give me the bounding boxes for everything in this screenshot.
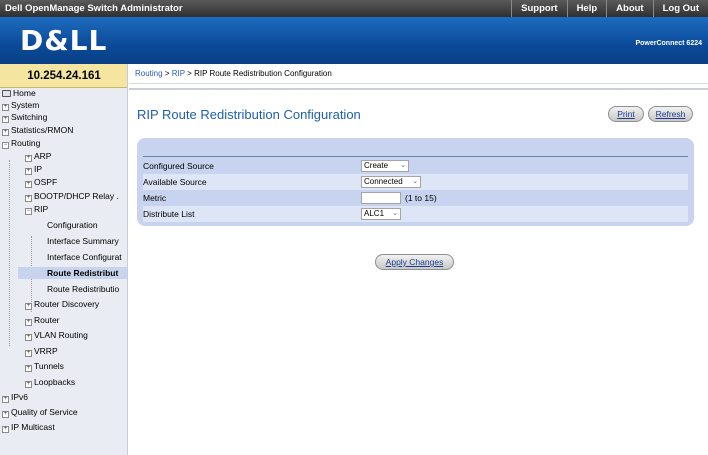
chevron-down-icon: ⌄	[412, 178, 418, 185]
home-icon	[2, 90, 11, 97]
top-links: Support Help About Log Out	[511, 0, 708, 17]
top-bar: Dell OpenManage Switch Administrator Sup…	[0, 0, 708, 17]
distribute-list-label: Distribute List	[143, 209, 195, 219]
nav-quality-of-service[interactable]: + Quality of Service	[2, 406, 78, 418]
chevron-down-icon: ⌄	[400, 162, 406, 169]
collapse-icon[interactable]: −	[25, 208, 32, 215]
breadcrumb-separator: >	[164, 69, 170, 78]
nav-ip-multicast[interactable]: + IP Multicast	[2, 421, 55, 433]
dell-logo: D&LL	[20, 24, 108, 57]
refresh-button[interactable]: Refresh	[648, 106, 693, 122]
nav-router-discovery[interactable]: + Router Discovery	[25, 298, 99, 310]
about-link[interactable]: About	[606, 0, 652, 17]
nav-vrrp[interactable]: + VRRP	[25, 345, 58, 357]
nav-route-redistribution-config[interactable]: Route Redistribut	[18, 267, 127, 279]
model-name: PowerConnect 6224	[635, 40, 702, 47]
available-source-select[interactable]: Connected ⌄	[361, 176, 421, 188]
nav-tunnels[interactable]: + Tunnels	[25, 360, 64, 372]
nav-rip[interactable]: − RIP	[25, 203, 48, 215]
breadcrumb-current: RIP Route Redistribution Configuration	[194, 69, 332, 78]
available-source-row: Available Source Connected ⌄	[143, 174, 688, 190]
expand-icon[interactable]: +	[2, 104, 9, 111]
apply-changes-button[interactable]: Apply Changes	[375, 254, 454, 270]
device-ip-address: 10.254.24.161	[0, 64, 127, 88]
nav-ospf[interactable]: + OSPF	[25, 176, 57, 188]
nav-routing[interactable]: − Routing	[2, 137, 40, 149]
configured-source-select[interactable]: Create ⌄	[361, 160, 409, 172]
app-title: Dell OpenManage Switch Administrator	[5, 3, 183, 14]
nav-route-redistribution-summary[interactable]: Route Redistributio	[47, 283, 119, 295]
nav-arp[interactable]: + ARP	[25, 150, 51, 162]
nav-rip-interface-configuration[interactable]: Interface Configurat	[47, 251, 122, 263]
expand-icon[interactable]: +	[25, 181, 32, 188]
configured-source-label: Configured Source	[143, 161, 214, 171]
expand-icon[interactable]: +	[25, 168, 32, 175]
nav-router[interactable]: + Router	[25, 314, 60, 326]
help-link[interactable]: Help	[566, 0, 607, 17]
expand-icon[interactable]: +	[2, 411, 9, 418]
available-source-label: Available Source	[143, 177, 207, 187]
print-button[interactable]: Print	[608, 106, 644, 122]
expand-icon[interactable]: +	[25, 381, 32, 388]
navigation-tree: 10.254.24.161 Home + System + Switching + S…	[0, 64, 128, 455]
breadcrumb-rip[interactable]: RIP	[172, 69, 185, 78]
chevron-down-icon: ⌄	[392, 210, 398, 217]
expand-icon[interactable]: +	[25, 350, 32, 357]
panel-divider	[143, 156, 688, 157]
metric-row: Metric (1 to 15)	[143, 190, 688, 206]
metric-input[interactable]	[361, 192, 401, 204]
configuration-panel: Configured Source Create ⌄ Available Sou…	[137, 138, 694, 226]
nav-bootp-dhcp-relay[interactable]: + BOOTP/DHCP Relay .	[25, 190, 119, 202]
nav-ipv6[interactable]: + IPv6	[2, 391, 28, 403]
breadcrumb: Routing > RIP > RIP Route Redistribution…	[129, 64, 708, 84]
expand-icon[interactable]: +	[2, 396, 9, 403]
brand-bar: D&LL PowerConnect 6224	[0, 17, 708, 64]
breadcrumb-routing[interactable]: Routing	[135, 69, 163, 78]
breadcrumb-separator: >	[187, 69, 192, 78]
expand-icon[interactable]: +	[25, 155, 32, 162]
metric-label: Metric	[143, 193, 167, 203]
expand-icon[interactable]: +	[25, 195, 32, 202]
nav-ip[interactable]: + IP	[25, 163, 42, 175]
expand-icon[interactable]: +	[25, 334, 32, 341]
nav-statistics-rmon[interactable]: + Statistics/RMON	[2, 124, 73, 136]
expand-icon[interactable]: +	[25, 319, 32, 326]
nav-home[interactable]: Home	[2, 87, 36, 99]
nav-switching[interactable]: + Switching	[2, 111, 47, 123]
nav-loopbacks[interactable]: + Loopbacks	[25, 376, 75, 388]
configured-source-row: Configured Source Create ⌄	[143, 158, 688, 174]
support-link[interactable]: Support	[511, 0, 566, 17]
logout-link[interactable]: Log Out	[652, 0, 708, 17]
page-title: RIP Route Redistribution Configuration	[137, 107, 361, 122]
collapse-icon[interactable]: −	[2, 142, 9, 149]
expand-icon[interactable]: +	[25, 365, 32, 372]
distribute-list-select[interactable]: ALC1 ⌄	[361, 208, 401, 220]
metric-range-hint: (1 to 15)	[405, 193, 437, 203]
nav-vlan-routing[interactable]: + VLAN Routing	[25, 329, 88, 341]
distribute-list-row: Distribute List ALC1 ⌄	[143, 206, 688, 222]
expand-icon[interactable]: +	[25, 303, 32, 310]
nav-system[interactable]: + System	[2, 99, 39, 111]
expand-icon[interactable]: +	[2, 129, 9, 136]
content-divider	[129, 88, 708, 90]
nav-rip-configuration[interactable]: Configuration	[47, 219, 98, 231]
expand-icon[interactable]: +	[2, 116, 9, 123]
tree-connector	[9, 160, 10, 346]
expand-icon[interactable]: +	[2, 426, 9, 433]
nav-rip-interface-summary[interactable]: Interface Summary	[47, 235, 119, 247]
